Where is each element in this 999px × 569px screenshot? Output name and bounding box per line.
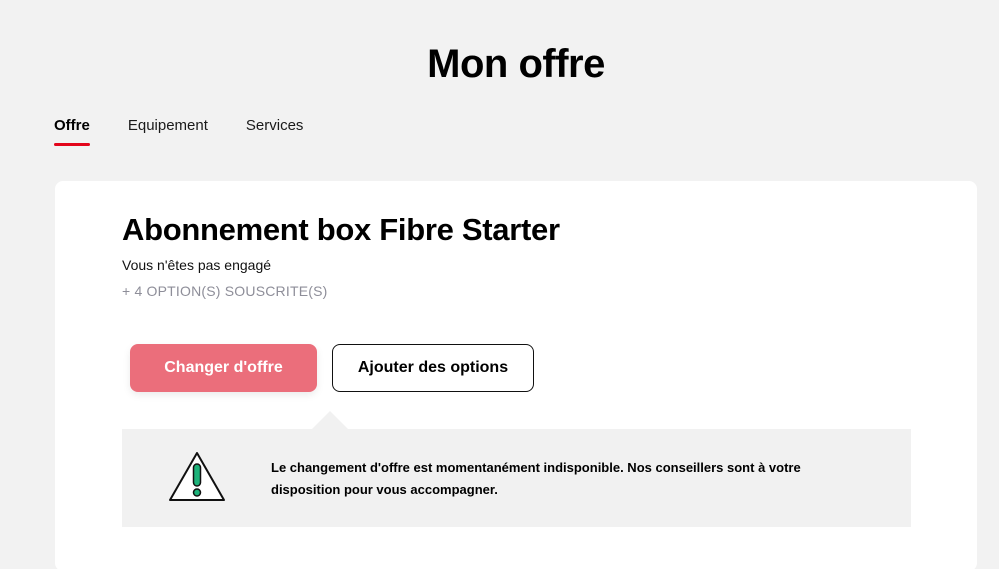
engagement-status: Vous n'êtes pas engagé xyxy=(122,257,272,273)
tab-offre[interactable]: Offre xyxy=(54,117,90,146)
warning-triangle-icon xyxy=(167,450,227,504)
tab-services[interactable]: Services xyxy=(246,117,304,146)
offer-card: Abonnement box Fibre Starter Vous n'êtes… xyxy=(55,181,977,569)
page-title: Mon offre xyxy=(427,42,605,86)
tab-bar: Offre Equipement Services xyxy=(54,117,303,146)
offer-title: Abonnement box Fibre Starter xyxy=(122,212,560,247)
unavailability-notice: Le changement d'offre est momentanément … xyxy=(122,411,911,527)
subscribed-options-link[interactable]: + 4 OPTION(S) SOUSCRITE(S) xyxy=(122,283,328,299)
page: Mon offre Offre Equipement Services Abon… xyxy=(0,0,999,569)
tab-equipement[interactable]: Equipement xyxy=(128,117,208,146)
notice-message: Le changement d'offre est momentanément … xyxy=(271,460,801,497)
change-offer-button[interactable]: Changer d'offre xyxy=(130,344,317,392)
add-options-button[interactable]: Ajouter des options xyxy=(332,344,534,392)
